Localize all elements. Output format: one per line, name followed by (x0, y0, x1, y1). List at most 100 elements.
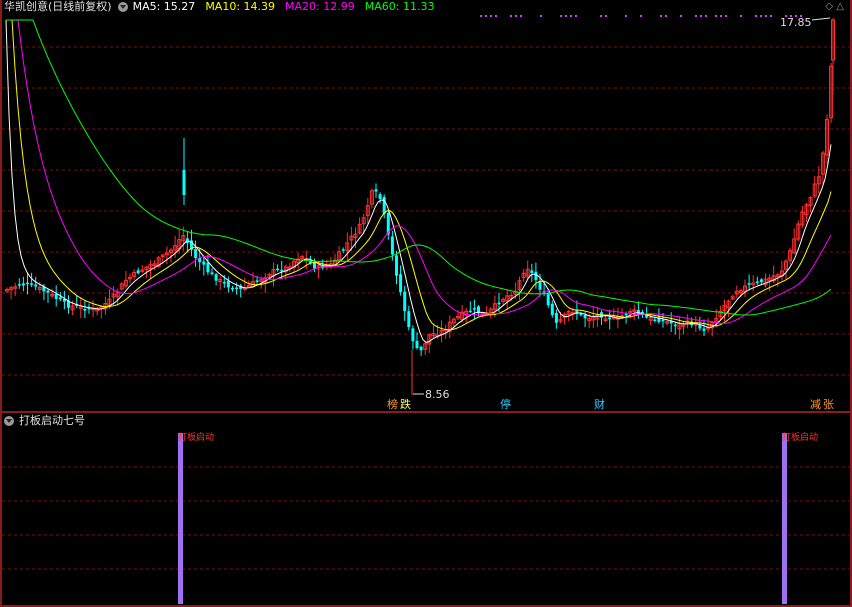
chevron-down-icon[interactable] (4, 416, 14, 426)
candle-body (550, 303, 554, 316)
candle-body (235, 287, 239, 290)
sub-chart-title: 打板启动七号 (19, 414, 85, 427)
signal-dot (495, 15, 497, 17)
candle-body (182, 170, 186, 195)
candle-body (136, 270, 140, 274)
candle-body (636, 309, 640, 315)
signal-bar-right (782, 433, 787, 604)
event-tag-zhang[interactable]: 张 (822, 398, 835, 411)
diamond-icon[interactable]: ◇ (825, 1, 833, 12)
signal-dot (665, 15, 667, 17)
candle-body (399, 274, 403, 293)
signal-bar-left (178, 433, 183, 604)
candle-body (341, 249, 345, 251)
main-kline-chart[interactable]: 17.85 8.56 打板启动 打板启动 (0, 0, 852, 607)
signal-dot (480, 15, 482, 17)
ma5-value: MA5: 15.27 (132, 0, 196, 13)
stock-name: 华凯创意(日线前复权) (4, 0, 112, 13)
candle-body (546, 293, 550, 306)
signal-dot (575, 15, 577, 17)
signal-dot (755, 15, 757, 17)
candle-body (222, 281, 226, 284)
candle-body (214, 274, 218, 281)
price-high-label: 17.85 (780, 16, 812, 29)
signal-dot (510, 15, 512, 17)
price-low-label: 8.56 (425, 388, 450, 401)
candle-body (759, 279, 763, 283)
signal-dot (490, 15, 492, 17)
candle-body (698, 324, 702, 329)
candle-body (538, 281, 542, 290)
candle-body (26, 282, 29, 285)
signal-dot (700, 15, 702, 17)
signal-dot (520, 15, 522, 17)
candle-body (395, 255, 398, 276)
ma10-value: MA10: 14.39 (205, 0, 276, 13)
candle-body (34, 284, 38, 287)
signal-dot (760, 15, 762, 17)
candle-body (378, 194, 382, 200)
signal-dot (515, 15, 517, 17)
event-tag-bang[interactable]: 榜 (386, 398, 399, 411)
candle-body (206, 262, 210, 273)
candle-body (653, 319, 657, 322)
candle-body (231, 287, 234, 290)
signal-dot (485, 15, 487, 17)
triangle-up-icon[interactable]: △ (836, 1, 844, 12)
sub-chart-header: 打板启动七号 (4, 414, 85, 428)
event-tag-die[interactable]: 跌 (399, 398, 412, 411)
event-tag-ting[interactable]: 停 (499, 398, 512, 411)
signal-dot (725, 15, 727, 17)
signal-dot (625, 15, 627, 17)
candle-body (472, 308, 476, 310)
candle-body (280, 269, 284, 272)
signal-dot (560, 15, 562, 17)
candle-body (194, 249, 198, 259)
signal-dot (765, 15, 767, 17)
candle-body (390, 236, 394, 255)
candle-body (419, 346, 423, 351)
event-tag-jian[interactable]: 减 (809, 398, 822, 411)
candle-body (755, 281, 759, 283)
candle-body (608, 317, 612, 320)
candle-body (415, 340, 419, 349)
ma60-line (6, 19, 832, 316)
candle-body (83, 308, 87, 311)
signal-dot (680, 15, 682, 17)
candle-body (403, 291, 407, 312)
candle-body (583, 315, 587, 319)
event-tag-cai[interactable]: 财 (593, 398, 606, 411)
ma60-value: MA60: 11.33 (364, 0, 435, 13)
signal-label: 打板启动 (782, 431, 818, 443)
signal-dot (720, 15, 722, 17)
candle-body (554, 313, 558, 323)
candle-body (46, 290, 50, 293)
price-high-pointer (811, 17, 831, 21)
candle-body (530, 270, 534, 273)
candle-body (202, 261, 206, 265)
candle-body (661, 319, 665, 322)
signal-dot (740, 15, 742, 17)
candle-body (579, 313, 583, 316)
candle-body (210, 272, 214, 275)
ma20-value: MA20: 12.99 (285, 0, 355, 13)
candle-body (276, 268, 280, 271)
candle-body (497, 302, 501, 305)
candle-body (58, 297, 62, 300)
candle-body (673, 324, 677, 327)
candle-body (411, 328, 415, 342)
candle-body (374, 189, 378, 192)
candle-body (747, 283, 751, 285)
corner-icons: ◇ △ (825, 1, 844, 12)
signal-dot (540, 15, 542, 17)
candle-body (624, 313, 628, 316)
candle-body (54, 293, 58, 299)
signal-dot (705, 15, 707, 17)
signal-dot (770, 15, 772, 17)
signal-dot (715, 15, 717, 17)
chevron-down-icon[interactable] (117, 2, 128, 12)
main-chart-header: 华凯创意(日线前复权) MA5: 15.27 MA10: 14.39 MA20:… (4, 0, 444, 14)
candle-body (534, 271, 538, 281)
candle-body (30, 283, 34, 285)
signal-dot (600, 15, 602, 17)
